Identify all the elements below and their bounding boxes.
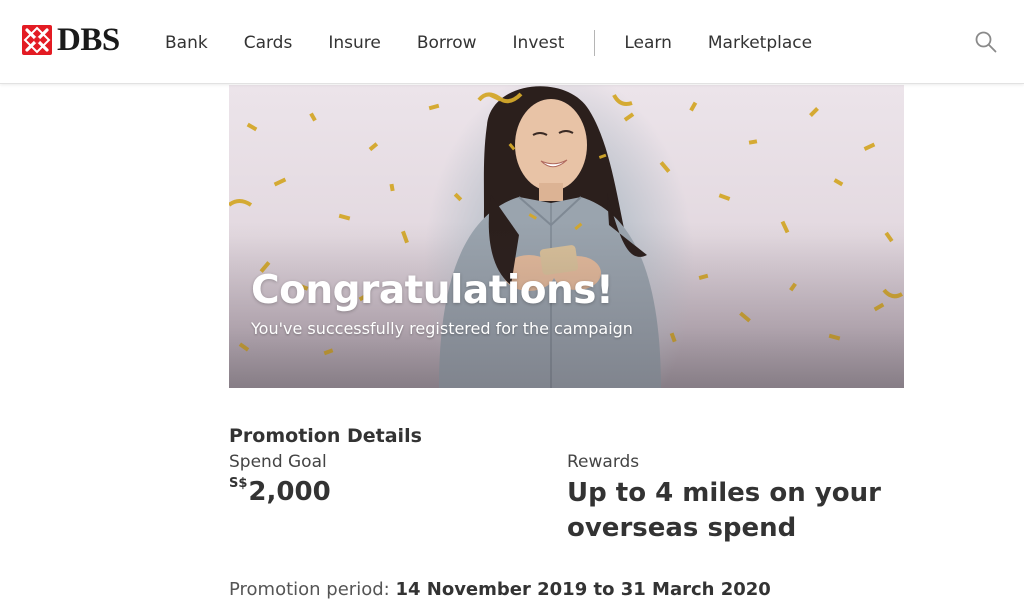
hero-title: Congratulations! [251, 268, 614, 313]
promotion-period-dates: 14 November 2019 to 31 March 2020 [395, 579, 771, 600]
rewards-label: Rewards [567, 452, 640, 472]
nav-cards[interactable]: Cards [244, 32, 293, 54]
search-button[interactable] [974, 30, 998, 54]
hero-banner: Congratulations! You've successfully reg… [229, 85, 904, 388]
nav-bank[interactable]: Bank [165, 32, 208, 54]
nav-borrow[interactable]: Borrow [417, 32, 477, 54]
spend-goal-amount: 2,000 [248, 477, 331, 507]
hero-subtitle: You've successfully registered for the c… [251, 319, 633, 338]
nav-insure[interactable]: Insure [328, 32, 381, 54]
currency-symbol: S$ [229, 476, 248, 491]
nav-learn[interactable]: Learn [624, 32, 672, 54]
promotion-period-label: Promotion period: [229, 579, 390, 600]
promotion-period: Promotion period: 14 November 2019 to 31… [229, 579, 771, 600]
dbs-logo[interactable]: DBS [22, 22, 120, 58]
hero-shade [229, 85, 904, 388]
site-header: DBS Bank Cards Insure Borrow Invest Lear… [0, 0, 1024, 84]
spend-goal-value: S$ 2,000 [229, 475, 331, 509]
nav-invest[interactable]: Invest [513, 32, 565, 54]
spend-goal-label: Spend Goal [229, 452, 327, 472]
nav-marketplace[interactable]: Marketplace [708, 32, 812, 54]
promotion-heading: Promotion Details [229, 425, 422, 447]
main-nav: Bank Cards Insure Borrow Invest Learn Ma… [165, 30, 848, 56]
dbs-logo-icon [22, 25, 52, 55]
brand-name: DBS [57, 22, 120, 58]
search-icon [975, 31, 997, 53]
rewards-value: Up to 4 miles on your overseas spend [567, 478, 881, 543]
nav-divider [594, 30, 596, 56]
